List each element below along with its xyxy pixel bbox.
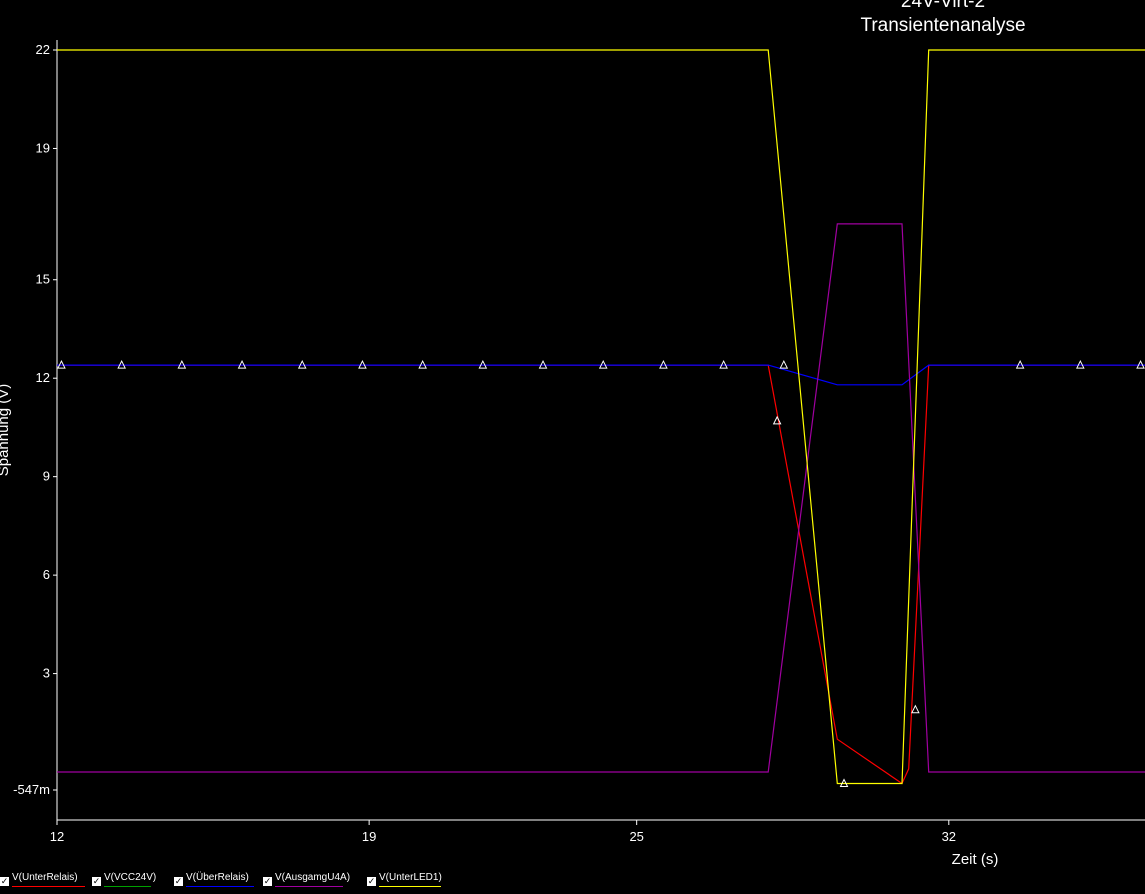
legend-label: V(UnterLED1): [379, 872, 442, 883]
legend-checkbox[interactable]: ✓: [0, 877, 9, 886]
y-tick-label: 3: [43, 666, 50, 681]
y-tick-label: -547m: [13, 782, 50, 797]
legend-item[interactable]: ✓ V(UnterRelais): [0, 872, 85, 892]
legend-item[interactable]: ✓ V(UnterLED1): [367, 872, 452, 892]
y-tick-label: 19: [36, 140, 50, 155]
legend-label: V(ÜberRelais): [186, 872, 249, 883]
chart-title-line1: 24V-Virt-2: [901, 0, 985, 12]
series-line-v-unterrelais-: [57, 364, 1145, 785]
x-axis-label: Zeit (s): [952, 851, 999, 868]
x-tick-label: 32: [942, 829, 956, 844]
y-tick-label: 22: [36, 42, 50, 57]
x-tick-group: 12 19 25 32: [50, 820, 956, 844]
y-axis-label: Spannung (V): [0, 384, 12, 477]
legend-swatch-line: [186, 886, 254, 887]
x-tick-label: 19: [362, 829, 376, 844]
chart-plot: 24V-Virt-2 Transientenanalyse 22 19 15 12 9 6…: [0, 0, 1145, 868]
legend-item[interactable]: ✓ V(AusgamgU4A): [263, 872, 351, 892]
legend-swatch-line: [275, 886, 343, 887]
marker-group: [57, 359, 1145, 788]
data-marker: [779, 359, 789, 369]
legend-swatch-line: [104, 886, 151, 887]
series-line-v-unterled1-: [57, 49, 1145, 785]
y-tick-label: 9: [43, 469, 50, 484]
legend-item[interactable]: ✓ V(VCC24V): [92, 872, 177, 892]
y-tick-group: 22 19 15 12 9 6 3 -547m: [13, 42, 57, 797]
legend-checkbox[interactable]: ✓: [174, 877, 183, 886]
legend-checkbox[interactable]: ✓: [92, 877, 101, 886]
chart-title-line2: Transientenanalyse: [860, 15, 1025, 36]
legend-checkbox[interactable]: ✓: [367, 877, 376, 886]
legend-swatch-line: [12, 886, 85, 887]
x-tick-label: 25: [629, 829, 643, 844]
legend-label: V(UnterRelais): [12, 872, 78, 883]
series-line-v-ausgamgu4a-: [57, 223, 1145, 773]
x-tick-label: 12: [50, 829, 64, 844]
legend-swatch-line: [379, 886, 442, 887]
series-group: [57, 49, 1145, 785]
y-tick-label: 6: [43, 567, 50, 582]
legend-label: V(AusgamgU4A): [275, 872, 351, 883]
data-marker: [772, 415, 782, 425]
legend-checkbox[interactable]: ✓: [263, 877, 272, 886]
y-tick-label: 15: [36, 272, 50, 287]
legend: ✓ V(UnterRelais) ✓ V(VCC24V) ✓ V(ÜberRelais) ✓…: [0, 872, 1145, 892]
legend-label: V(VCC24V): [104, 872, 157, 883]
data-marker: [911, 704, 920, 714]
y-tick-label: 12: [36, 370, 50, 385]
legend-item[interactable]: ✓ V(ÜberRelais): [174, 872, 259, 892]
